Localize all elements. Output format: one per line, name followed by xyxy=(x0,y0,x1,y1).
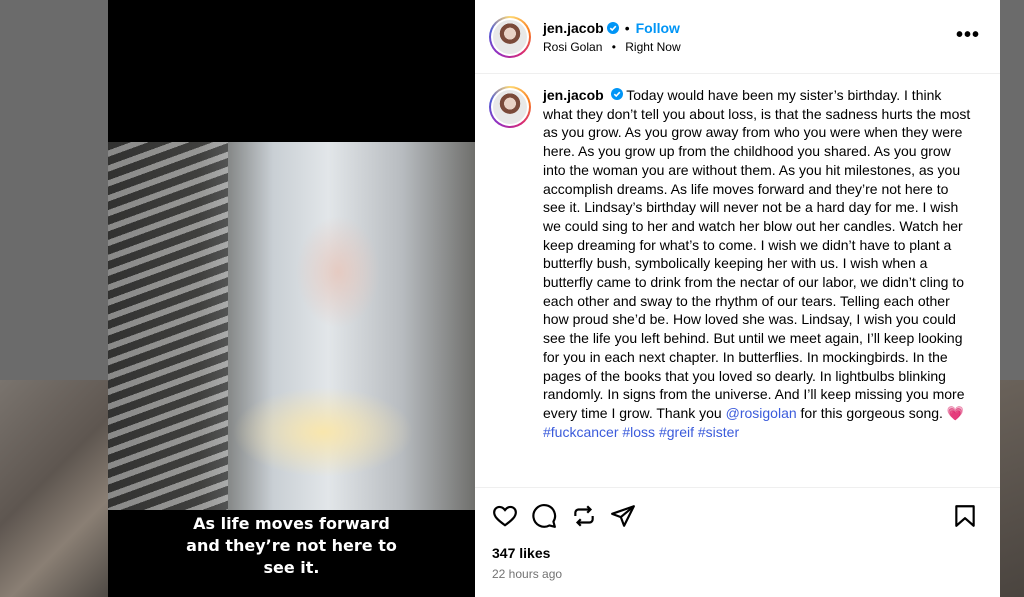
verified-badge-icon xyxy=(610,88,623,100)
background-feed-thumbnail-right xyxy=(1000,380,1024,597)
heart-emoji: 💗 xyxy=(946,404,965,421)
follow-button[interactable]: Follow xyxy=(636,20,680,36)
separator-dot: • xyxy=(624,19,630,36)
heart-outline-icon[interactable] xyxy=(492,503,518,529)
more-options-icon[interactable]: ••• xyxy=(956,24,980,47)
author-username[interactable]: jen.jacob xyxy=(543,20,604,36)
caption-author-avatar[interactable] xyxy=(489,86,531,128)
post-media[interactable]: As life moves forward and they’re not he… xyxy=(108,0,475,597)
post-timestamp[interactable]: 22 hours ago xyxy=(492,567,562,581)
caption-text: jen.jacob Today would have been my siste… xyxy=(543,86,973,441)
hashtag-link[interactable]: #sister xyxy=(698,424,739,440)
video-frame[interactable] xyxy=(108,142,475,510)
mention-link[interactable]: @rosigolan xyxy=(726,405,797,421)
post-header: jen.jacob • Follow Rosi Golan • Right No… xyxy=(475,0,1000,74)
verified-badge-icon xyxy=(606,21,619,34)
caption-line: and they’re not here to xyxy=(186,536,397,555)
comment-bubble-icon[interactable] xyxy=(531,503,557,529)
background-feed-thumbnail-left xyxy=(0,380,108,597)
video-caption: As life moves forward and they’re not he… xyxy=(108,513,475,579)
caption-author-username[interactable]: jen.jacob xyxy=(543,87,604,103)
paper-plane-icon[interactable] xyxy=(610,503,636,529)
caption-line: see it. xyxy=(263,558,320,577)
caption-line: As life moves forward xyxy=(193,514,390,533)
actions-divider xyxy=(475,487,1000,488)
repost-icon[interactable] xyxy=(571,503,597,529)
post-details-panel: jen.jacob • Follow Rosi Golan • Right No… xyxy=(475,0,1000,597)
likes-count[interactable]: 347 likes xyxy=(492,545,550,561)
separator-dot: • xyxy=(611,39,616,54)
hashtag-link[interactable]: #loss xyxy=(622,424,655,440)
post-modal: As life moves forward and they’re not he… xyxy=(108,0,1000,597)
audio-status: Right Now xyxy=(625,39,681,54)
audio-artist[interactable]: Rosi Golan xyxy=(543,40,602,54)
post-caption: jen.jacob Today would have been my siste… xyxy=(489,86,984,441)
caption-body: Today would have been my sister’s birthd… xyxy=(543,87,971,421)
hashtag-link[interactable]: #fuckcancer xyxy=(543,424,618,440)
author-avatar[interactable] xyxy=(489,15,531,58)
caption-tail: for this gorgeous song. xyxy=(796,404,947,421)
bookmark-icon[interactable] xyxy=(952,503,978,529)
hashtag-link[interactable]: #greif xyxy=(659,424,694,440)
